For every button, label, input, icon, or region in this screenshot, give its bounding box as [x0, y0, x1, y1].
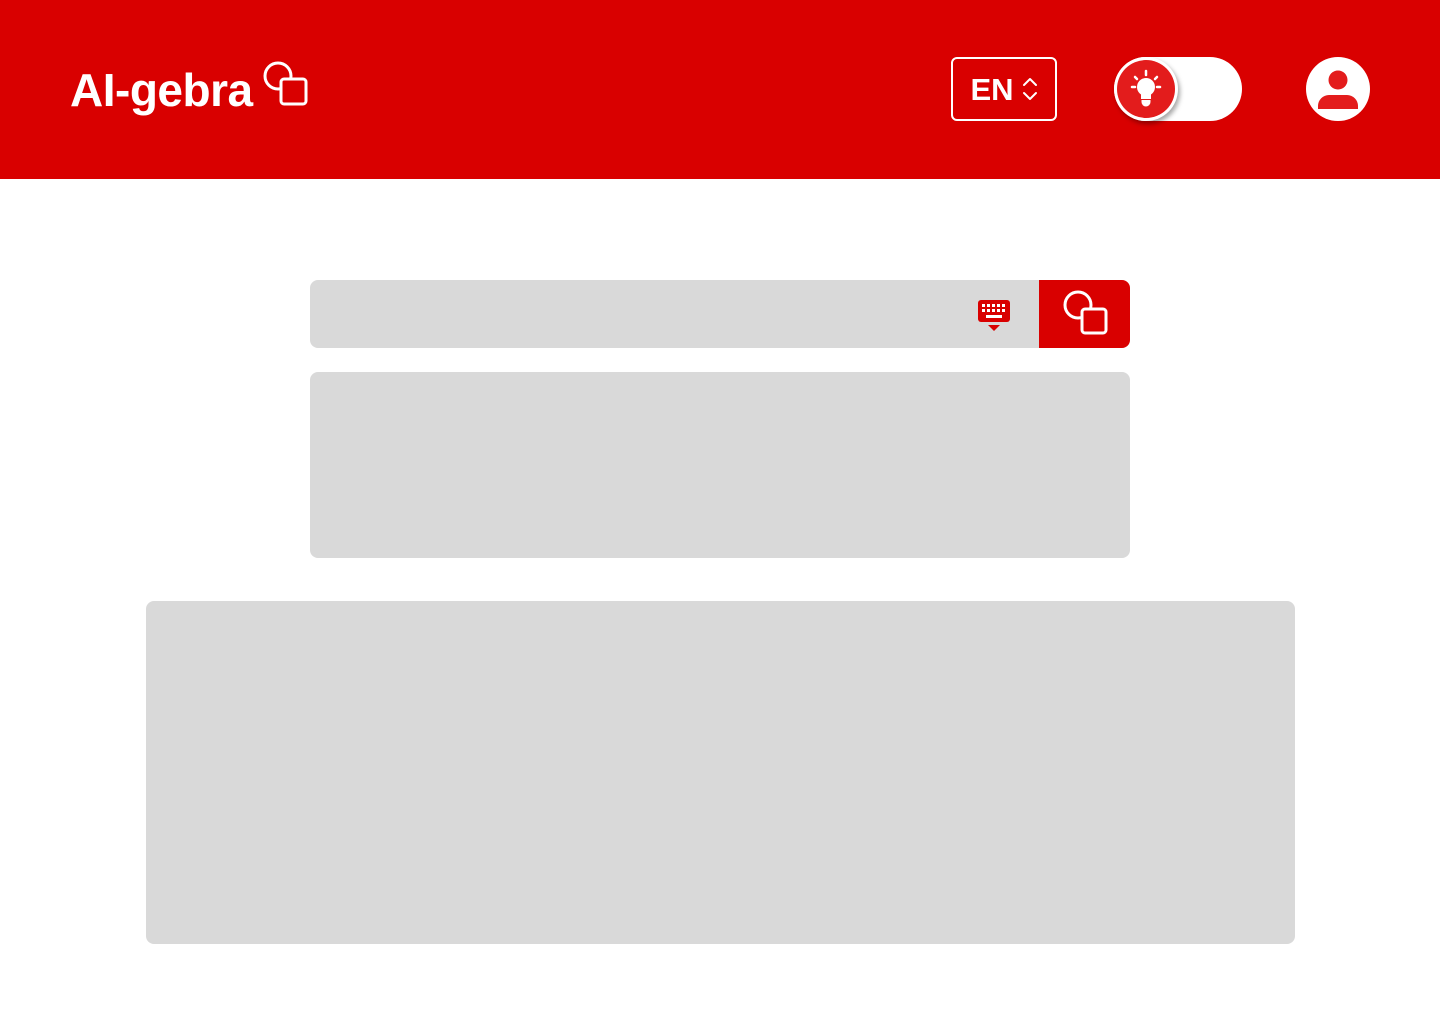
shapes-logo-icon: [263, 61, 308, 106]
lightbulb-icon: [1130, 69, 1162, 107]
chevron-up-down-icon: [1022, 78, 1037, 100]
toggle-knob-fill: [1117, 60, 1175, 118]
expression-search-bar: [310, 280, 1130, 348]
language-select[interactable]: EN: [951, 57, 1057, 121]
result-panel: [310, 372, 1130, 558]
keyboard-icon[interactable]: [977, 299, 1011, 333]
theme-toggle[interactable]: [1114, 57, 1242, 121]
shapes-icon: [1063, 290, 1107, 335]
expression-input[interactable]: [310, 280, 1039, 348]
account-button[interactable]: [1306, 57, 1370, 121]
language-label: EN: [970, 71, 1014, 107]
submit-button[interactable]: [1039, 280, 1130, 348]
user-icon: [1318, 70, 1358, 109]
brand[interactable]: AI-gebra: [70, 58, 309, 122]
top-header: AI-gebra EN: [0, 0, 1440, 179]
toggle-knob: [1114, 57, 1178, 121]
app-title: AI-gebra: [70, 64, 253, 116]
graph-panel: [146, 601, 1295, 944]
